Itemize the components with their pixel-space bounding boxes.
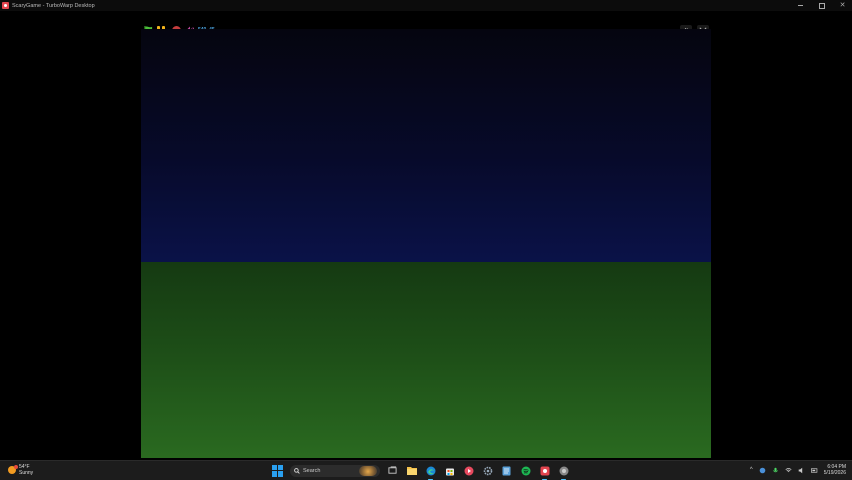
sun-icon [8,465,18,474]
grass-ground [141,262,711,458]
player-area: 540, 45 [0,11,852,460]
turbowarp-app-icon [2,2,9,9]
maximize-icon[interactable] [818,2,825,9]
media-player-icon[interactable] [462,464,475,477]
task-view-icon[interactable] [386,464,399,477]
search-highlight-image [359,465,377,476]
weather-widget[interactable]: 54°F Sunny [8,464,33,476]
settings-icon[interactable] [481,464,494,477]
minimize-icon[interactable] [797,2,804,9]
window-controls: ✕ [797,0,846,11]
store-icon[interactable] [443,464,456,477]
battery-icon[interactable] [810,467,818,474]
search-box[interactable]: Search [290,464,380,477]
network-tray-icon[interactable] [759,467,766,474]
search-label: Search [303,467,321,474]
system-tray: ^ 6:04 PM 5/19/2026 [750,464,846,476]
chrome-icon[interactable] [557,464,570,480]
windows-start-icon[interactable] [272,464,284,477]
close-icon[interactable]: ✕ [839,2,846,9]
wifi-icon[interactable] [785,467,792,474]
mic-icon[interactable] [772,467,779,474]
chevron-up-icon[interactable]: ^ [750,467,753,473]
game-stage[interactable] [141,29,711,458]
window-titlebar: ScaryGame - TurboWarp Desktop ✕ [0,0,852,11]
file-explorer-icon[interactable] [405,464,418,477]
spotify-icon[interactable] [519,464,532,477]
taskbar-apps: Search [272,464,570,480]
weather-condition: Sunny [19,470,34,476]
turbowarp-icon[interactable] [538,464,551,480]
clock[interactable]: 6:04 PM 5/19/2026 [824,464,846,476]
volume-icon[interactable] [798,467,805,474]
notepad-icon[interactable] [500,464,513,477]
taskbar: 54°F Sunny Search ^ 6:04 PM 5/19/2026 [0,460,852,480]
window-title: ScaryGame - TurboWarp Desktop [12,2,95,9]
search-icon [294,467,300,474]
edge-icon[interactable] [424,464,437,480]
night-sky [141,29,711,262]
clock-date: 5/19/2026 [823,470,846,476]
